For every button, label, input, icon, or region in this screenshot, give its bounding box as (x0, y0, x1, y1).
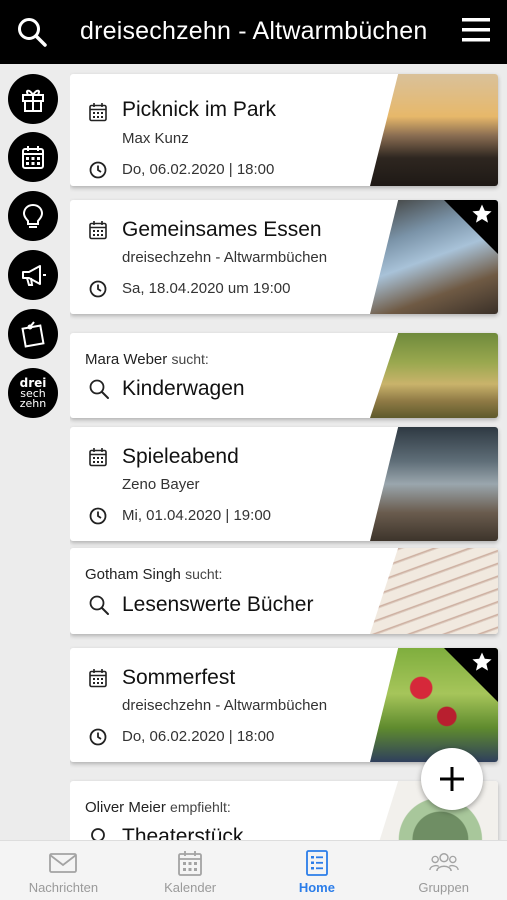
event-card[interactable]: Spieleabend Zeno Bayer Mi, 01.04.2020 | … (70, 427, 498, 541)
calendar-category-button[interactable] (8, 132, 58, 182)
bottom-navigation: Nachrichten Kalender Home Gruppen (0, 840, 507, 900)
page-title: dreisechzehn - Altwarmbüchen (80, 17, 428, 45)
app-header: dreisechzehn - Altwarmbüchen (0, 0, 507, 64)
event-card[interactable]: Picknick im Park Max Kunz Do, 06.02.2020… (70, 74, 498, 186)
event-title: Sommerfest (122, 666, 236, 689)
request-image (370, 333, 498, 418)
list-icon (305, 850, 328, 876)
calendar-icon (89, 448, 107, 467)
add-post-button[interactable] (421, 748, 483, 810)
notes-category-button[interactable] (8, 309, 58, 359)
nav-label: Nachrichten (28, 880, 99, 895)
event-date: Mi, 01.04.2020 | 19:00 (122, 507, 272, 524)
clock-icon (89, 728, 107, 746)
nav-home[interactable]: Home (254, 841, 381, 900)
search-request-card[interactable]: Gotham Singh sucht: Lesenswerte Bücher (70, 548, 498, 634)
star-icon (472, 652, 492, 671)
nav-label: Kalender (164, 880, 217, 895)
calendar-icon (22, 146, 44, 169)
star-icon (472, 204, 492, 223)
nav-label: Home (298, 880, 335, 895)
feed-list: Picknick im Park Max Kunz Do, 06.02.2020… (70, 64, 507, 840)
nav-kalender[interactable]: Kalender (127, 841, 254, 900)
calendar-icon (89, 669, 107, 688)
announcements-category-button[interactable] (8, 250, 58, 300)
group-icon (428, 852, 459, 872)
event-title: Spieleabend (122, 445, 239, 468)
nav-gruppen[interactable]: Gruppen (380, 841, 507, 900)
event-date: Sa, 18.04.2020 um 19:00 (122, 280, 291, 297)
megaphone-icon (22, 265, 46, 286)
clock-icon (89, 280, 107, 298)
calendar-icon (89, 103, 107, 122)
event-image (370, 74, 498, 186)
thumbs-up-icon (91, 828, 105, 840)
event-title: Gemeinsames Essen (122, 218, 322, 241)
event-organizer: Max Kunz (122, 130, 189, 147)
dreisechzehn-logo-button[interactable]: drei sech zehn (8, 368, 58, 418)
clock-icon (89, 507, 107, 525)
recommendation-author: Oliver Meier empfiehlt: (85, 799, 231, 816)
nav-nachrichten[interactable]: Nachrichten (0, 841, 127, 900)
dreisechzehn-logo: drei sech zehn (19, 375, 47, 410)
category-rail: drei sech zehn (0, 64, 66, 840)
plus-icon (440, 767, 464, 791)
lightbulb-icon (22, 203, 44, 228)
event-organizer: Zeno Bayer (122, 476, 200, 493)
request-author: Mara Weber sucht: (85, 351, 209, 368)
gift-category-button[interactable] (8, 74, 58, 124)
envelope-icon (49, 853, 78, 873)
note-pin-icon (21, 321, 45, 348)
nav-label: Gruppen (418, 880, 469, 895)
calendar-icon (89, 221, 107, 240)
event-organizer: dreisechzehn - Altwarmbüchen (122, 249, 328, 266)
search-icon (89, 595, 109, 615)
hamburger-menu-icon[interactable] (461, 15, 491, 45)
event-date: Do, 06.02.2020 | 18:00 (122, 728, 275, 745)
request-image (370, 548, 498, 634)
ideas-category-button[interactable] (8, 191, 58, 241)
event-organizer: dreisechzehn - Altwarmbüchen (122, 697, 328, 714)
request-author: Gotham Singh sucht: (85, 566, 223, 583)
event-card[interactable]: Gemeinsames Essen dreisechzehn - Altwarm… (70, 200, 498, 314)
gift-icon (22, 89, 44, 112)
recommendation-title: Theaterstück (122, 825, 244, 840)
event-image (370, 427, 498, 541)
search-icon[interactable] (16, 16, 48, 48)
search-request-card[interactable]: Mara Weber sucht: Kinderwagen (70, 333, 498, 418)
search-icon (89, 379, 109, 399)
request-title: Lesenswerte Bücher (122, 593, 314, 616)
event-card[interactable]: Sommerfest dreisechzehn - Altwarmbüchen … (70, 648, 498, 762)
clock-icon (89, 161, 107, 179)
calendar-icon (178, 851, 203, 876)
event-title: Picknick im Park (122, 98, 277, 121)
event-date: Do, 06.02.2020 | 18:00 (122, 161, 275, 178)
request-title: Kinderwagen (122, 377, 245, 400)
